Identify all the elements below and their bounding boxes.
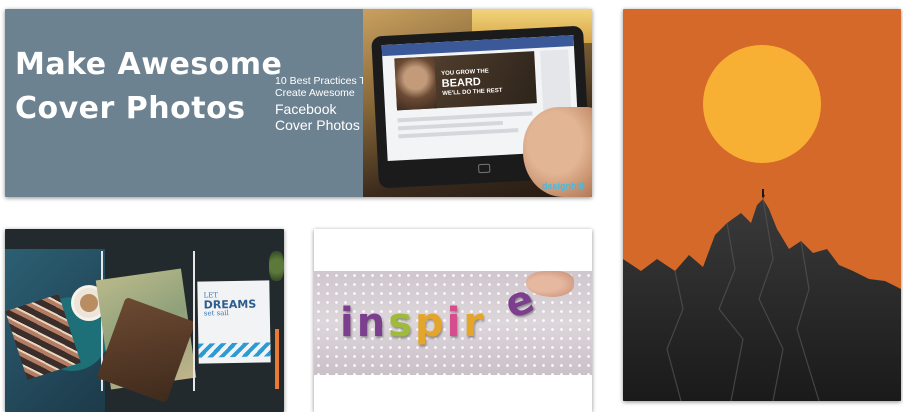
photo-divider [193,251,195,391]
designhill-watermark: designhill [541,181,584,191]
facebook-sidebar [540,49,572,111]
cover-slogan: YOU GROW THE BEARD WE'LL DO THE REST [441,68,503,98]
inspire-word: inspir [340,300,487,346]
cover-photos-banner-card[interactable]: Make Awesome Cover Photos 10 Best Practi… [5,9,592,197]
image-top-margin [314,229,592,271]
banner-headline: Make Awesome Cover Photos [15,47,283,126]
tablet-photo: YOU GROW THE BEARD WE'LL DO THE REST des… [363,9,592,197]
notebook-text: LET DREAMS set sail [203,291,257,318]
zigzag-pattern [198,342,271,358]
mountain-silhouette [623,189,901,401]
tablet-home-button [477,163,491,174]
plant-leaf [269,251,284,281]
dreams-notebook: LET DREAMS set sail [197,280,271,364]
hand-placing-letter [526,271,574,297]
journal-flatlay-card[interactable]: LET DREAMS set sail [5,229,284,412]
sunset-mountain-card[interactable] [623,9,901,401]
orange-pen [275,329,279,389]
facebook-cover-image: YOU GROW THE BEARD WE'LL DO THE REST [394,51,537,111]
image-bottom-margin [314,375,592,412]
bearded-man-photo [394,56,438,111]
inspire-card[interactable]: inspir e [314,229,592,412]
